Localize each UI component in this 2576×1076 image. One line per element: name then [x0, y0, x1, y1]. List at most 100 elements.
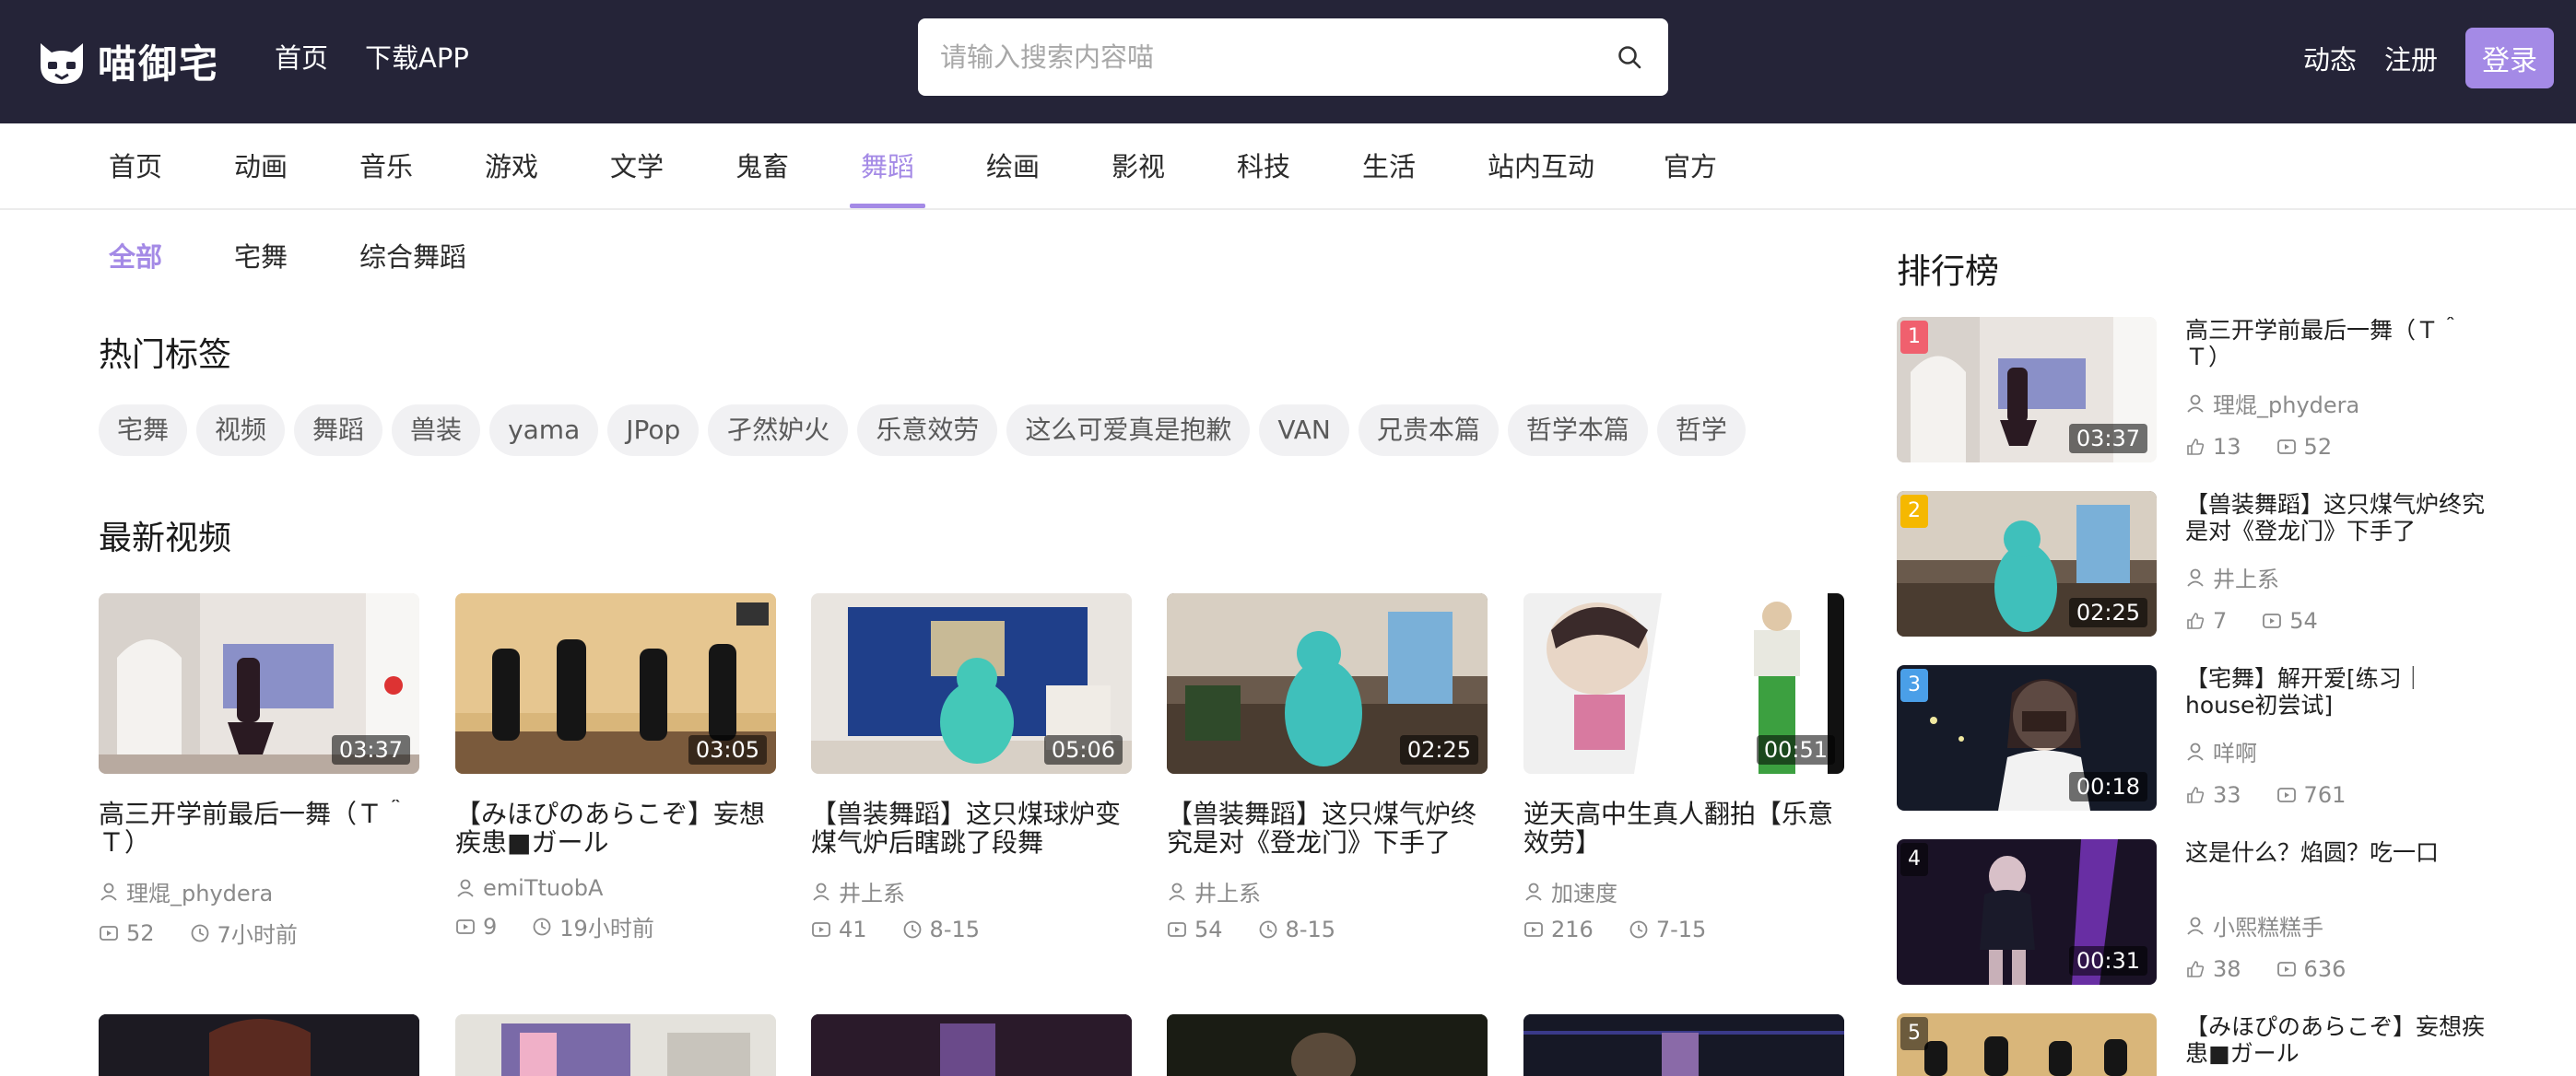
- top-nav: 首页 下载APP: [275, 37, 469, 79]
- ranking-video-title[interactable]: 【宅舞】解开爱[练习｜house初尝试]: [2185, 665, 2489, 720]
- tag-chip[interactable]: 哲学本篇: [1507, 404, 1648, 456]
- ranking-video-title[interactable]: 这是什么？焰圆？吃一口: [2185, 839, 2489, 895]
- category-tech[interactable]: 科技: [1237, 123, 1290, 208]
- register-link[interactable]: 注册: [2384, 39, 2438, 77]
- play-count-icon: [2276, 788, 2296, 802]
- ranking-stats: 38 636: [2185, 956, 2489, 982]
- tag-chip[interactable]: 这么可爱真是抱歉: [1006, 404, 1251, 456]
- video-author[interactable]: emiTtuobA: [455, 875, 776, 901]
- tag-chip[interactable]: yama: [489, 404, 599, 456]
- video-thumbnail[interactable]: 00:51: [1523, 593, 1844, 774]
- tag-chip[interactable]: 兽装: [392, 404, 481, 456]
- video-thumbnail[interactable]: [455, 1014, 776, 1076]
- play-count-icon: [1168, 922, 1186, 937]
- ranking-thumbnail[interactable]: 2 02:25: [1897, 491, 2157, 637]
- category-official[interactable]: 官方: [1664, 123, 1717, 208]
- clock-icon: [903, 920, 921, 939]
- tag-chip[interactable]: 宅舞: [99, 404, 188, 456]
- category-kichiku[interactable]: 鬼畜: [735, 123, 789, 208]
- search-icon: [1618, 46, 1641, 69]
- video-card[interactable]: 05:06 【兽装舞蹈】这只煤球炉变煤气炉后瞎跳了段舞 井上系 41 8-15: [811, 593, 1132, 942]
- video-title[interactable]: 高三开学前最后一舞（Ｔ＾Ｔ）: [99, 800, 419, 859]
- login-button[interactable]: 登录: [2465, 28, 2554, 88]
- ranking-video-title[interactable]: 【みほぴのあらこぞ】妄想疾患■ガール: [2185, 1013, 2489, 1069]
- ranking-video-title[interactable]: 高三开学前最后一舞（Ｔ＾Ｔ）: [2185, 317, 2489, 372]
- tag-chip[interactable]: 兄贵本篇: [1358, 404, 1499, 456]
- video-author[interactable]: 井上系: [1167, 875, 1488, 907]
- user-icon: [813, 883, 829, 901]
- video-thumbnail[interactable]: [99, 1014, 419, 1076]
- video-author[interactable]: 加速度: [1523, 875, 1844, 907]
- tag-chip[interactable]: JPop: [607, 404, 700, 456]
- video-stats: 216 7-15: [1523, 917, 1844, 942]
- ranking-author[interactable]: 理焜_phydera: [2185, 387, 2489, 419]
- hot-tags-title: 热门标签: [99, 336, 232, 374]
- user-icon: [2187, 917, 2204, 935]
- ranking-thumbnail[interactable]: 4 00:31: [1897, 839, 2157, 985]
- video-thumbnail[interactable]: [811, 1014, 1132, 1076]
- ranking-author[interactable]: 井上系: [2185, 561, 2489, 593]
- video-card[interactable]: 00:51 逆天高中生真人翻拍【乐意效劳】 加速度 216 7-15: [1523, 593, 1844, 942]
- video-title[interactable]: 【兽装舞蹈】这只煤球炉变煤气炉后瞎跳了段舞: [811, 800, 1132, 859]
- top-nav-download-app[interactable]: 下载APP: [365, 37, 469, 79]
- video-duration: 00:31: [2068, 946, 2147, 976]
- category-film[interactable]: 影视: [1112, 123, 1165, 208]
- user-icon: [2187, 743, 2204, 761]
- tag-chip[interactable]: 视频: [196, 404, 286, 456]
- thumbs-up-icon: [2187, 439, 2205, 455]
- video-thumbnail[interactable]: 02:25: [1167, 593, 1488, 774]
- play-count-icon: [1524, 922, 1543, 937]
- top-nav-home[interactable]: 首页: [275, 37, 328, 79]
- tag-chip[interactable]: 孑然妒火: [708, 404, 849, 456]
- category-literature[interactable]: 文学: [610, 123, 664, 208]
- video-card[interactable]: 03:37 高三开学前最后一舞（Ｔ＾Ｔ） 理焜_phydera 52 7小时前: [99, 593, 419, 949]
- video-stats: 41 8-15: [811, 917, 1132, 942]
- play-count-icon: [100, 925, 118, 941]
- subtab-all[interactable]: 全部: [109, 236, 162, 275]
- category-animation[interactable]: 动画: [234, 123, 288, 208]
- ranking-thumbnail[interactable]: 1 03:37: [1897, 317, 2157, 462]
- tag-chip[interactable]: 哲学: [1656, 404, 1746, 456]
- video-author[interactable]: 井上系: [811, 875, 1132, 907]
- search-box: [918, 18, 1668, 96]
- clock-icon: [1259, 920, 1276, 939]
- subtab-otaku-dance[interactable]: 宅舞: [234, 236, 288, 275]
- search-button[interactable]: [1591, 18, 1668, 96]
- video-title[interactable]: 逆天高中生真人翻拍【乐意效劳】: [1523, 800, 1844, 859]
- category-game[interactable]: 游戏: [485, 123, 538, 208]
- video-thumbnail[interactable]: [1167, 1014, 1488, 1076]
- tag-chip[interactable]: 乐意效劳: [857, 404, 998, 456]
- video-thumbnail[interactable]: 05:06: [811, 593, 1132, 774]
- video-thumbnail[interactable]: [1523, 1014, 1844, 1076]
- category-painting[interactable]: 绘画: [986, 123, 1040, 208]
- site-logo[interactable]: 喵御宅: [35, 29, 219, 92]
- video-duration: 02:25: [1399, 735, 1478, 765]
- category-life[interactable]: 生活: [1362, 123, 1416, 208]
- video-thumbnail[interactable]: 03:05: [455, 593, 776, 774]
- video-author[interactable]: 理焜_phydera: [99, 875, 419, 907]
- video-title[interactable]: 【兽装舞蹈】这只煤气炉终究是对《登龙门》下手了: [1167, 800, 1488, 859]
- search-input[interactable]: [918, 18, 1591, 96]
- ranking-thumbnail[interactable]: 5: [1897, 1013, 2157, 1076]
- video-card[interactable]: 02:25 【兽装舞蹈】这只煤气炉终究是对《登龙门》下手了 井上系 54 8-1…: [1167, 593, 1488, 942]
- category-dance[interactable]: 舞蹈: [849, 123, 926, 208]
- category-home[interactable]: 首页: [109, 123, 162, 208]
- ranking-author[interactable]: 小熙糕糕手: [2185, 909, 2489, 942]
- rank-badge: 5: [1900, 1017, 1928, 1050]
- category-music[interactable]: 音乐: [359, 123, 413, 208]
- tag-chip[interactable]: 舞蹈: [294, 404, 383, 456]
- user-icon: [1525, 883, 1542, 901]
- rank-badge: 3: [1900, 669, 1928, 702]
- ranking-video-title[interactable]: 【兽装舞蹈】这只煤气炉终究是对《登龙门》下手了: [2185, 491, 2489, 546]
- hot-tags-list: 宅舞 视频 舞蹈 兽装 yama JPop 孑然妒火 乐意效劳 这么可爱真是抱歉…: [99, 404, 1746, 456]
- activity-link[interactable]: 动态: [2303, 39, 2357, 77]
- video-title[interactable]: 【みほぴのあらこぞ】妄想疾患■ガール: [455, 800, 776, 859]
- video-thumbnail[interactable]: 03:37: [99, 593, 419, 774]
- tag-chip[interactable]: VAN: [1259, 404, 1349, 456]
- ranking-author[interactable]: 咩啊: [2185, 735, 2489, 767]
- play-count-icon: [2263, 614, 2282, 628]
- ranking-thumbnail[interactable]: 3 00:18: [1897, 665, 2157, 811]
- subtab-general-dance[interactable]: 综合舞蹈: [359, 236, 466, 275]
- video-card[interactable]: 03:05 【みほぴのあらこぞ】妄想疾患■ガール emiTtuobA 9 19小…: [455, 593, 776, 942]
- category-interaction[interactable]: 站内互动: [1488, 123, 1594, 208]
